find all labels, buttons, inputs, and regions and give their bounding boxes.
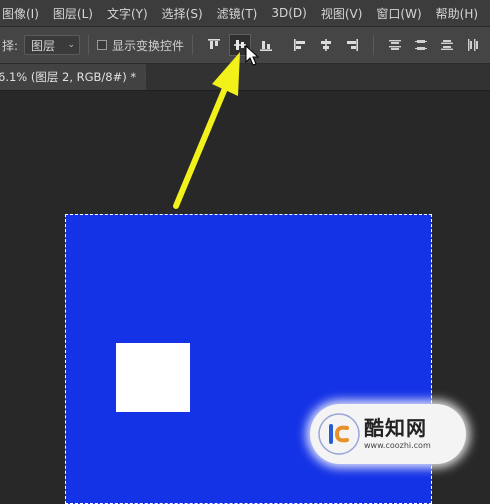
align-bottom-edges-button[interactable] (255, 34, 277, 56)
align-left-edges-button[interactable] (289, 34, 311, 56)
menu-view[interactable]: 视图(V) (314, 5, 370, 22)
distribute-bottom-edges-icon (440, 38, 454, 52)
auto-select-value: 图层 (31, 38, 56, 53)
menu-help[interactable]: 帮助(H) (429, 5, 485, 22)
document-tab-title: 6.1% (图层 2, RGB/8#) * (0, 70, 137, 84)
align-top-edges-icon (207, 38, 221, 52)
distribute-vertical-centers-icon (414, 38, 428, 52)
align-top-edges-button[interactable] (203, 34, 225, 56)
align-vertical-centers-button[interactable] (229, 34, 252, 56)
distribute-bottom-edges-button[interactable] (436, 34, 458, 56)
document-tab[interactable]: 6.1% (图层 2, RGB/8#) * × (0, 64, 146, 90)
watermark-logo: 酷知网 www.coozhi.com (310, 404, 466, 464)
menu-type[interactable]: 文字(Y) (100, 5, 155, 22)
align-bottom-edges-icon (259, 38, 273, 52)
distribute-top-edges-button[interactable] (384, 34, 406, 56)
menu-filter[interactable]: 滤镜(T) (210, 5, 265, 22)
menu-select[interactable]: 选择(S) (155, 5, 210, 22)
align-horizontal-centers-button[interactable] (315, 34, 337, 56)
align-right-edges-icon (345, 38, 359, 52)
menu-image[interactable]: 图像(I) (0, 5, 46, 22)
distribute-vertical-centers-button[interactable] (410, 34, 432, 56)
close-icon[interactable]: × (144, 71, 146, 84)
distribute-left-edges-icon (466, 38, 480, 52)
coozhi-logo-icon (316, 411, 362, 457)
show-transform-label: 显示变换控件 (112, 38, 185, 53)
menu-window[interactable]: 窗口(W) (369, 5, 428, 22)
divider (373, 35, 375, 55)
divider (88, 35, 90, 55)
align-left-edges-icon (293, 38, 307, 52)
options-bar: 择: 图层 ⌄ 显示变换控件 (0, 27, 490, 64)
show-transform-checkbox[interactable] (97, 40, 108, 50)
distribute-top-edges-icon (388, 38, 402, 52)
auto-select-label: 择: (2, 38, 19, 53)
menu-3d[interactable]: 3D(D) (264, 6, 313, 20)
watermark-text: 酷知网 www.coozhi.com (364, 418, 431, 450)
document-tab-bar: 6.1% (图层 2, RGB/8#) * × (0, 64, 490, 91)
watermark-url: www.coozhi.com (364, 441, 431, 450)
menu-layer[interactable]: 图层(L) (46, 5, 100, 22)
auto-select-dropdown[interactable]: 图层 ⌄ (24, 35, 81, 55)
distribute-left-edges-button[interactable] (462, 34, 484, 56)
white-layer-shape[interactable] (116, 343, 190, 412)
watermark-name: 酷知网 (364, 416, 427, 440)
align-horizontal-centers-icon (319, 38, 333, 52)
menu-bar: 图像(I) 图层(L) 文字(Y) 选择(S) 滤镜(T) 3D(D) 视图(V… (0, 0, 490, 27)
align-vertical-centers-icon (233, 38, 247, 52)
chevron-down-icon: ⌄ (67, 40, 76, 50)
align-right-edges-button[interactable] (341, 34, 363, 56)
divider (192, 35, 194, 55)
